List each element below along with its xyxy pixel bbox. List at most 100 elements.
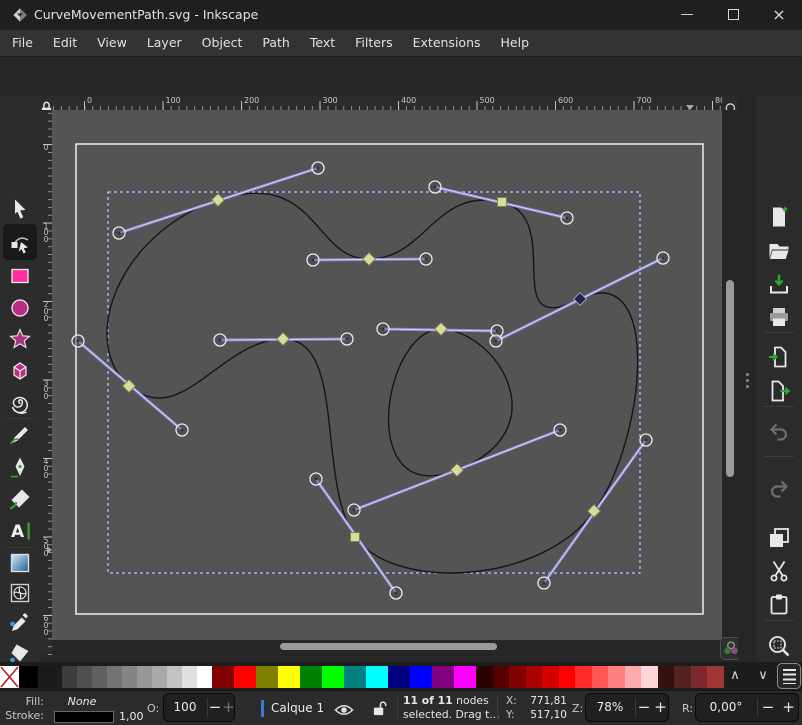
- palette-swatch[interactable]: [658, 666, 675, 688]
- palette-swatch[interactable]: [167, 666, 182, 688]
- menu-view[interactable]: View: [87, 30, 137, 56]
- bezier-path-subpath-1[interactable]: [107, 193, 638, 573]
- gradient-tool[interactable]: [5, 549, 35, 577]
- palette-swatch[interactable]: [388, 666, 410, 688]
- palette-swatch[interactable]: [322, 666, 344, 688]
- minimize-button[interactable]: —: [664, 0, 710, 30]
- zoom-value[interactable]: 78%: [586, 694, 634, 721]
- print-button[interactable]: [765, 303, 793, 331]
- copy-button[interactable]: [765, 524, 793, 552]
- palette-swatch[interactable]: [234, 666, 256, 688]
- opacity-value[interactable]: 100: [164, 694, 206, 721]
- palette-swatch[interactable]: [122, 666, 137, 688]
- palette-swatch[interactable]: [107, 666, 122, 688]
- zoom-selection-button[interactable]: [765, 632, 793, 660]
- palette-swatch[interactable]: [182, 666, 197, 688]
- path-node-selected[interactable]: [498, 198, 507, 207]
- palette-swatch[interactable]: [454, 666, 476, 688]
- palette-swatch[interactable]: [608, 666, 625, 688]
- rectangle-tool[interactable]: [5, 262, 35, 290]
- palette-swatch[interactable]: [674, 666, 691, 688]
- path-node-selected[interactable]: [451, 464, 464, 477]
- undo-button[interactable]: [765, 417, 793, 445]
- ellipse-tool[interactable]: [5, 294, 35, 322]
- dropper-tool[interactable]: [5, 609, 35, 637]
- calligraphy-tool[interactable]: [5, 485, 35, 513]
- drawing-scene[interactable]: [52, 110, 722, 640]
- vertical-ruler[interactable]: 01 0 02 0 03 0 04 0 05 0 06 0 0: [40, 110, 52, 655]
- menu-edit[interactable]: Edit: [43, 30, 87, 56]
- import-button[interactable]: [765, 343, 793, 371]
- mesh-gradient-tool[interactable]: [5, 579, 35, 607]
- palette-swatch[interactable]: [19, 666, 38, 688]
- palette-swatch[interactable]: [278, 666, 300, 688]
- menu-object[interactable]: Object: [192, 30, 253, 56]
- palette-swatch[interactable]: [542, 666, 559, 688]
- fill-value[interactable]: None: [52, 695, 112, 708]
- palette-swatch[interactable]: [493, 666, 510, 688]
- new-document-button[interactable]: [765, 203, 793, 231]
- path-node-active[interactable]: [574, 293, 587, 306]
- palette-swatch[interactable]: [256, 666, 278, 688]
- zoom-decrease-button[interactable]: −: [636, 694, 652, 721]
- palette-swatch[interactable]: [300, 666, 322, 688]
- path-node-selected[interactable]: [212, 194, 225, 207]
- star-tool[interactable]: [5, 325, 35, 353]
- palette-swatch[interactable]: [575, 666, 592, 688]
- palette-swatch[interactable]: [212, 666, 234, 688]
- panel-grip-handle[interactable]: [746, 370, 750, 391]
- opacity-spinner[interactable]: 100 − +: [163, 693, 235, 722]
- path-node-selected[interactable]: [363, 253, 376, 266]
- vertical-scrollbar[interactable]: [722, 110, 738, 636]
- palette-scroll-up-icon[interactable]: ∧: [722, 664, 748, 688]
- rotation-increase-button[interactable]: +: [779, 694, 798, 721]
- bezier-pen-tool[interactable]: [5, 453, 35, 481]
- menu-filters[interactable]: Filters: [345, 30, 402, 56]
- maximize-button[interactable]: [710, 0, 756, 30]
- horizontal-scrollbar-thumb[interactable]: [280, 643, 497, 650]
- open-document-button[interactable]: [765, 237, 793, 265]
- palette-swatch[interactable]: [476, 666, 493, 688]
- bezier-path-subpath-2[interactable]: [389, 329, 512, 476]
- horizontal-ruler[interactable]: 0100200300400500600700800: [52, 96, 722, 110]
- spiral-tool[interactable]: [5, 389, 35, 417]
- palette-menu-button[interactable]: [777, 663, 801, 689]
- cut-button[interactable]: [765, 557, 793, 585]
- zoom-spinner[interactable]: 78% − +: [585, 693, 669, 722]
- palette-swatch[interactable]: [197, 666, 212, 688]
- opacity-increase-button[interactable]: +: [222, 694, 235, 721]
- menu-file[interactable]: File: [2, 30, 43, 56]
- path-node-selected[interactable]: [351, 533, 360, 542]
- palette-swatch[interactable]: [62, 666, 77, 688]
- palette-swatch[interactable]: [38, 666, 57, 688]
- palette-swatch[interactable]: [77, 666, 92, 688]
- palette-scroll-down-icon[interactable]: ∨: [750, 664, 776, 688]
- menu-path[interactable]: Path: [252, 30, 299, 56]
- palette-none-swatch[interactable]: [0, 666, 19, 688]
- palette-swatch[interactable]: [625, 666, 642, 688]
- rotation-value[interactable]: 0,00°: [696, 694, 756, 721]
- palette-swatch[interactable]: [641, 666, 658, 688]
- palette-swatch[interactable]: [344, 666, 366, 688]
- palette-swatch[interactable]: [559, 666, 576, 688]
- path-node-selected[interactable]: [435, 323, 448, 336]
- menu-extensions[interactable]: Extensions: [403, 30, 491, 56]
- zoom-increase-button[interactable]: +: [653, 694, 668, 721]
- close-button[interactable]: ×: [756, 0, 802, 30]
- horizontal-scrollbar[interactable]: [52, 640, 722, 653]
- palette-swatch[interactable]: [526, 666, 543, 688]
- palette-swatch[interactable]: [137, 666, 152, 688]
- menu-help[interactable]: Help: [491, 30, 540, 56]
- box3d-tool[interactable]: [5, 357, 35, 385]
- palette-swatch[interactable]: [152, 666, 167, 688]
- selector-tool[interactable]: [5, 195, 35, 223]
- node-tool[interactable]: [5, 228, 35, 256]
- save-button[interactable]: [765, 270, 793, 298]
- rotation-spinner[interactable]: 0,00° − +: [695, 693, 799, 722]
- opacity-decrease-button[interactable]: −: [208, 694, 222, 721]
- palette-swatch[interactable]: [92, 666, 107, 688]
- palette-swatch[interactable]: [366, 666, 388, 688]
- palette-swatch[interactable]: [509, 666, 526, 688]
- palette-swatch[interactable]: [410, 666, 432, 688]
- canvas[interactable]: [52, 110, 722, 640]
